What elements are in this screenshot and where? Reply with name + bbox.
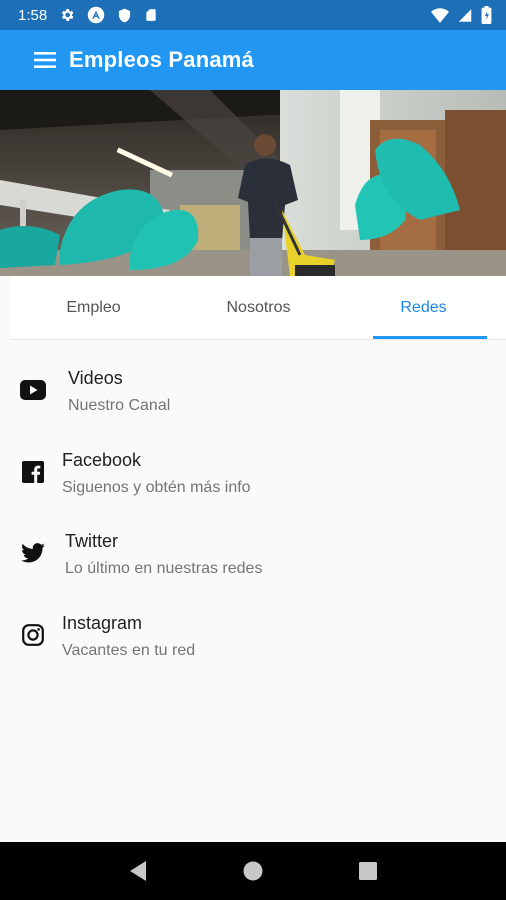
android-icon — [87, 6, 105, 24]
sd-card-icon — [144, 7, 158, 23]
twitter-icon — [19, 539, 47, 567]
list-item-instagram[interactable]: Instagram Vacantes en tu red — [0, 597, 506, 677]
facebook-icon — [19, 458, 47, 486]
tab-nosotros[interactable]: Nosotros — [176, 276, 341, 339]
home-button[interactable] — [233, 851, 273, 891]
twitter-title: Twitter — [65, 531, 119, 551]
tab-empleo[interactable]: Empleo — [11, 276, 176, 339]
wifi-icon — [431, 7, 449, 23]
hero-image — [0, 90, 506, 276]
settings-icon — [59, 7, 75, 23]
list-item-videos[interactable]: Videos Nuestro Canal — [0, 352, 506, 432]
facebook-subtitle: Siguenos y obtén más info — [62, 479, 251, 496]
menu-icon[interactable] — [33, 48, 57, 72]
status-bar: 1:58 — [0, 0, 506, 30]
list-item-facebook[interactable]: Facebook Siguenos y obtén más info — [0, 434, 506, 514]
tab-redes[interactable]: Redes — [341, 276, 506, 339]
instagram-icon — [19, 621, 47, 649]
back-button[interactable] — [118, 851, 158, 891]
tab-bar: Empleo Nosotros Redes — [11, 276, 506, 340]
signal-icon — [457, 8, 473, 23]
recents-button[interactable] — [348, 851, 388, 891]
videos-title: Videos — [68, 368, 123, 388]
videos-subtitle: Nuestro Canal — [68, 397, 171, 414]
tab-empleo-label: Empleo — [66, 298, 121, 316]
tab-nosotros-label: Nosotros — [226, 298, 291, 316]
list-item-twitter[interactable]: Twitter Lo último en nuestras redes — [0, 515, 506, 595]
twitter-subtitle: Lo último en nuestras redes — [65, 560, 263, 577]
instagram-title: Instagram — [62, 613, 143, 633]
instagram-subtitle: Vacantes en tu red — [62, 642, 196, 659]
app-title: Empleos Panamá — [69, 47, 254, 72]
tab-redes-label: Redes — [400, 298, 447, 316]
shield-icon — [117, 7, 132, 24]
facebook-title: Facebook — [62, 450, 142, 470]
youtube-icon — [19, 376, 47, 404]
navigation-bar — [0, 842, 506, 900]
status-time: 1:58 — [18, 6, 48, 24]
battery-icon — [481, 6, 492, 24]
app-bar: Empleos Panamá — [0, 30, 506, 90]
